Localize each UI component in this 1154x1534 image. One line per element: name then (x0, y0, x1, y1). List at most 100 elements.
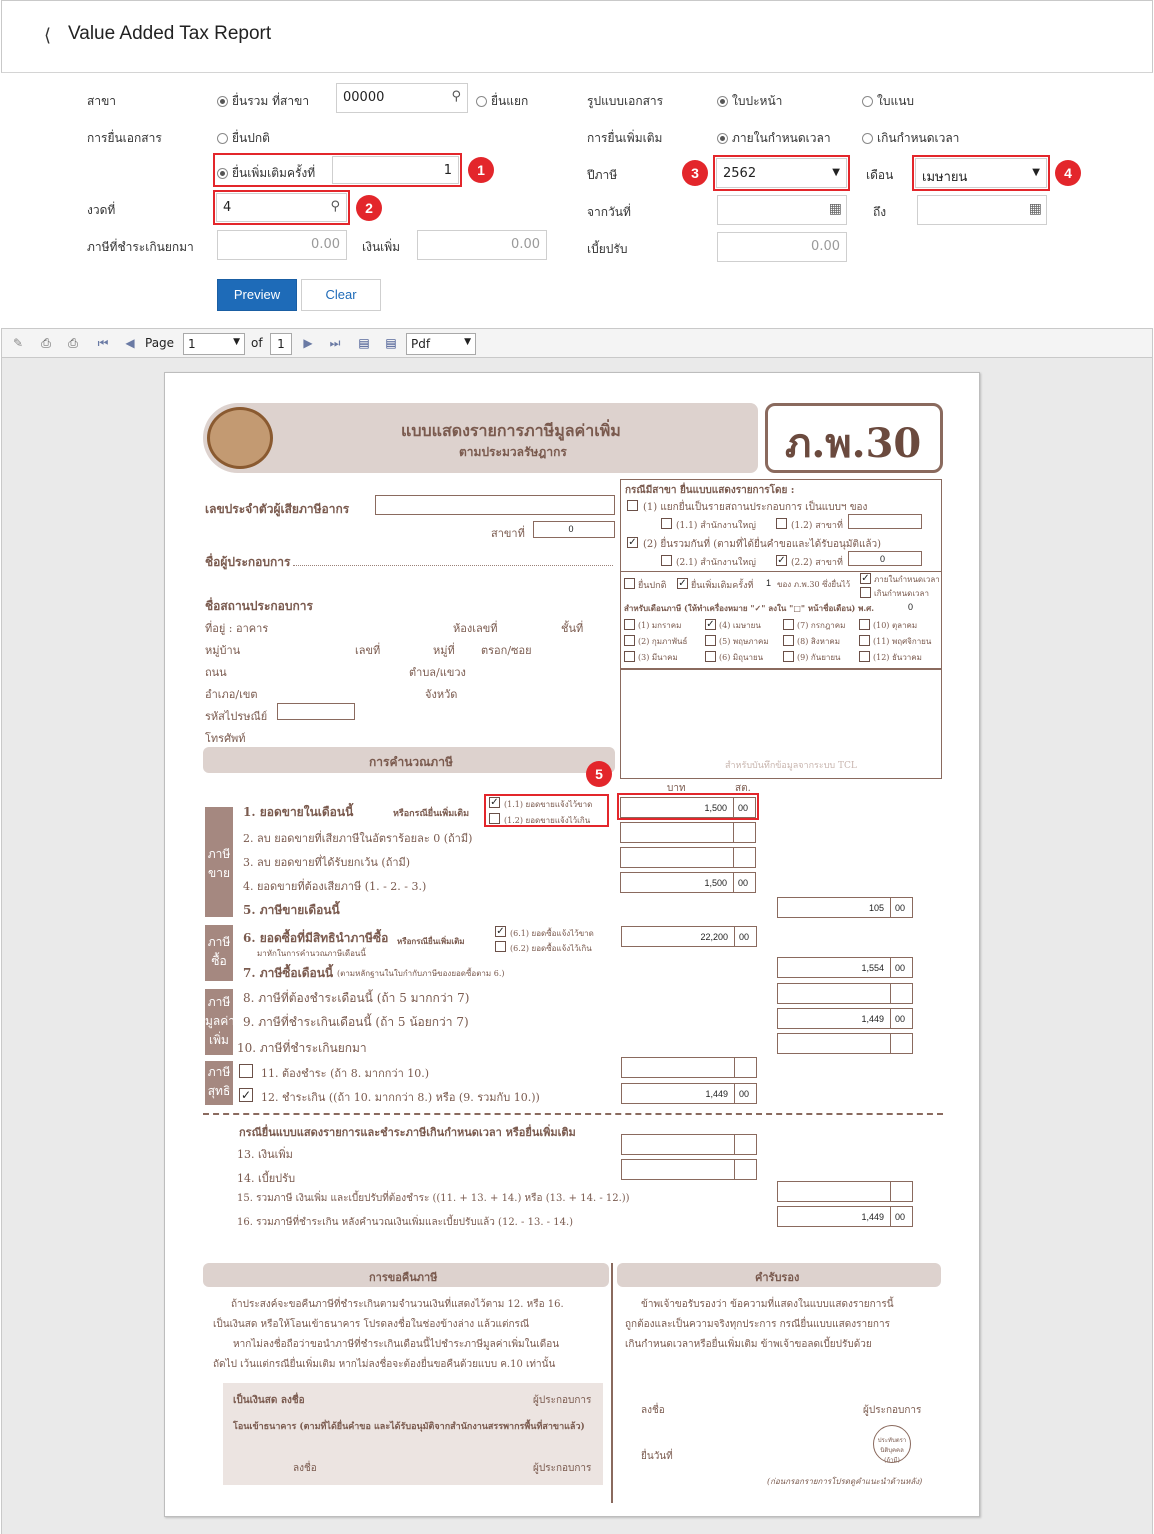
amount-separator (733, 798, 734, 817)
filing-additional-radio[interactable]: ยื่นเพิ่มเติมครั้งที่ (217, 164, 315, 183)
penalty-input[interactable]: 0.00 (717, 232, 847, 262)
branch-combined-radio[interactable]: ยื่นรวม ที่สาขา (217, 92, 309, 111)
radio-dot-icon (217, 96, 228, 107)
line-12-label: 12. ชำระเกิน ((ถ้า 10. มากกว่า 8.) หรือ … (261, 1091, 540, 1104)
report-title: แบบแสดงรายการภาษีมูลค่าเพิ่ม (401, 421, 621, 440)
operator-name-label: ชื่อผู้ประกอบการ (205, 555, 291, 569)
amount-separator (890, 958, 891, 977)
to-date-input[interactable]: ▦ (917, 195, 1047, 225)
print-preview-icon[interactable]: ⎙ (65, 335, 81, 351)
print-icon[interactable]: ⎙ (38, 335, 54, 351)
pp30-report-page: แบบแสดงรายการภาษีมูลค่าเพิ่ม ตามประมวลรั… (164, 372, 980, 1517)
calendar-icon[interactable]: ▦ (1029, 201, 1042, 217)
checkbox-checked-icon: ✓ (860, 573, 871, 584)
checkbox-icon (859, 651, 870, 662)
amount-separator (734, 1058, 735, 1077)
last-page-icon[interactable]: ⏭ (327, 335, 343, 351)
line-8-label: 8. ภาษีที่ต้องชำระเดือนนี้ (ถ้า 5 มากกว่… (243, 991, 470, 1005)
first-page-icon[interactable]: ⏮ (95, 335, 111, 351)
branch-case-2: (2) ยื่นรวมกันที่ (ตามที่ได้ยื่นคำขอและไ… (643, 539, 882, 550)
clear-button[interactable]: Clear (301, 279, 381, 311)
checkbox-icon (705, 651, 716, 662)
doc-format-front-radio[interactable]: ใบปะหน้า (717, 92, 782, 111)
find-icon[interactable]: ✎ (10, 335, 26, 351)
amount-box: 1,500 00 (620, 797, 756, 818)
search-icon[interactable]: ⚲ (330, 199, 340, 214)
line-6-note: หรือกรณียื่นเพิ่มเติม (397, 936, 465, 946)
month-option: (5) พฤษภาคม (719, 637, 769, 646)
radio-dot-icon (717, 96, 728, 107)
search-icon[interactable]: ⚲ (451, 89, 461, 104)
amount-separator (890, 1182, 891, 1201)
of-label: of (251, 336, 263, 350)
doc-format-label: รูปแบบเอกสาร (587, 94, 664, 108)
room-label: ห้องเลขที่ (453, 622, 498, 635)
refund-text-4: ถัดไป เว้นแต่กรณียื่นเพิ่มเติม หากไม่ลงช… (213, 1359, 556, 1370)
phone-label: โทรศัพท์ (205, 732, 246, 745)
checkbox-checked-icon: ✓ (239, 1088, 253, 1102)
surcharge-input[interactable]: 0.00 (417, 230, 547, 260)
overpaid-input[interactable]: 0.00 (217, 230, 347, 260)
month-select[interactable]: เมษายน ▼ (915, 158, 1047, 188)
checkbox-icon (661, 518, 672, 529)
report-subtitle: ตามประมวลรัษฎากร (459, 445, 567, 459)
month-label: เดือน (866, 168, 894, 182)
branch-boxes (848, 514, 922, 529)
export-icon[interactable]: ▤ (383, 335, 399, 351)
next-page-icon[interactable]: ▶ (300, 335, 316, 351)
filing-normal-radio[interactable]: ยื่นปกติ (217, 129, 270, 148)
amount-satang: 00 (894, 903, 905, 913)
cert-sign-label: ลงชื่อ (641, 1405, 665, 1416)
tax-year-select[interactable]: 2562 ▼ (716, 158, 847, 188)
page-title: Value Added Tax Report (68, 23, 272, 44)
amount-separator (733, 873, 734, 892)
additional-count-input[interactable]: 1 (332, 156, 459, 184)
amount-baht: 105 (868, 903, 884, 913)
refund-cash-label: เป็นเงินสด ลงชื่อ (233, 1395, 305, 1406)
extra-over-radio[interactable]: เกินกำหนดเวลา (862, 129, 959, 148)
page-select[interactable]: 1 ▼ (183, 333, 245, 355)
amount-baht: 1,554 (861, 963, 884, 973)
export-format-select[interactable]: Pdf ▼ (406, 333, 476, 355)
branch-case-21: (2.1) สำนักงานใหญ่ (676, 558, 756, 568)
save-icon[interactable]: ▤ (356, 335, 372, 351)
amount-separator (890, 898, 891, 917)
checkbox-checked-icon: ✓ (495, 926, 506, 937)
province-label: จังหวัด (425, 688, 458, 701)
radio-dot-icon (862, 96, 873, 107)
line-1-note: หรือกรณียื่นเพิ่มเติม (393, 809, 470, 819)
branch-code-input[interactable]: 00000 ⚲ (336, 83, 468, 113)
side-buy: ภาษีซื้อ (205, 925, 233, 981)
doc-format-attach-radio[interactable]: ใบแนบ (862, 92, 914, 111)
checkbox-icon (776, 518, 787, 529)
road-label: ถนน (205, 666, 227, 679)
checkbox-icon (705, 635, 716, 646)
refund-text-1: ถ้าประสงค์จะขอคืนภาษีที่ชำระเกินตามจำนวน… (231, 1299, 564, 1310)
month-header-year: 0 (907, 602, 913, 612)
extra-filing-label: การยื่นเพิ่มเติม (587, 131, 663, 145)
branch-no-label: สาขาที่ (491, 527, 525, 540)
amount-box (621, 1057, 757, 1078)
amount-satang: 00 (894, 963, 905, 973)
within-time-label: ภายในกำหนดเวลา (874, 575, 940, 584)
callout-badge-3: 3 (682, 160, 708, 186)
line-9-label: 9. ภาษีที่ชำระเกินเดือนนี้ (ถ้า 5 น้อยกว… (243, 1015, 469, 1029)
amount-baht: 1,449 (861, 1014, 884, 1024)
amount-satang: 00 (894, 1014, 905, 1024)
branch-case-22: (2.2) สาขาที่ (791, 558, 843, 568)
preview-button[interactable]: Preview (217, 279, 297, 311)
chevron-left-icon[interactable]: ⟨ (44, 25, 51, 46)
extra-within-radio[interactable]: ภายในกำหนดเวลา (717, 129, 831, 148)
vertical-divider (611, 1263, 613, 1503)
from-date-input[interactable]: ▦ (717, 195, 847, 225)
calendar-icon[interactable]: ▦ (829, 201, 842, 217)
prev-page-icon[interactable]: ◀ (122, 335, 138, 351)
amount-baht: 1,500 (704, 878, 727, 888)
month-header: สำหรับเดือนภาษี (ให้ทำเครื่องหมาย "✓" ลง… (624, 603, 875, 613)
branch-separate-radio[interactable]: ยื่นแยก (476, 92, 528, 111)
additional-count: 1 (765, 578, 771, 588)
period-input[interactable]: 4 ⚲ (216, 193, 347, 222)
checkbox-checked-icon: ✓ (776, 555, 787, 566)
amount-baht: 1,449 (861, 1212, 884, 1222)
checkbox-icon (239, 1064, 253, 1078)
